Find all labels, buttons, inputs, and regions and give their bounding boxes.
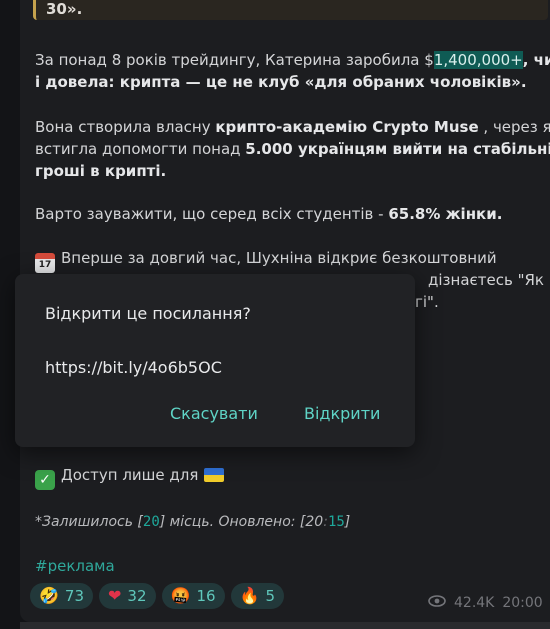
open-link-dialog: Відкрити це посилання? https://bit.ly/4o… [15,274,415,447]
dialog-url: https://bit.ly/4o6b5OC [45,358,222,377]
cancel-button[interactable]: Скасувати [170,404,258,423]
open-button[interactable]: Відкрити [304,404,380,423]
dialog-title: Відкрити це посилання? [45,304,251,323]
